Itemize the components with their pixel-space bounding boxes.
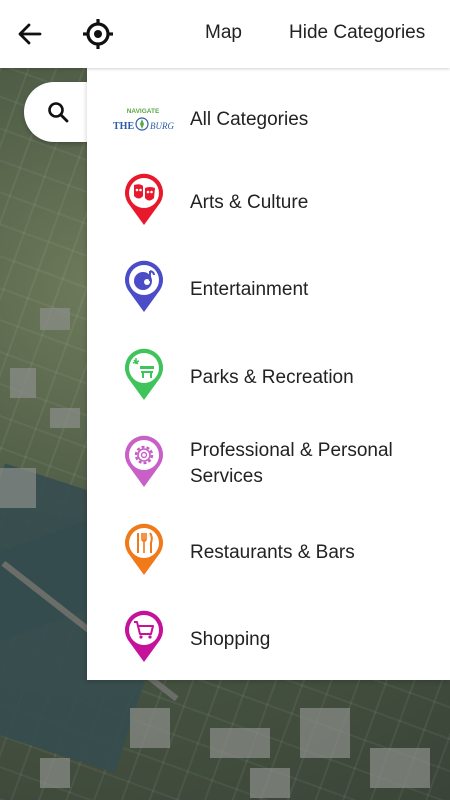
- svg-text:NAVIGATE: NAVIGATE: [127, 108, 160, 115]
- navigate-the-burg-logo: NAVIGATE THE BURG: [113, 108, 174, 132]
- categories-panel: NAVIGATE THE BURG All Categories Arts & …: [87, 68, 450, 680]
- top-app-bar: Map Hide Categories: [0, 0, 450, 68]
- building: [50, 408, 80, 428]
- back-arrow-icon: [18, 23, 42, 45]
- map-button[interactable]: Map: [205, 22, 242, 44]
- category-professional-services[interactable]: Professional & Personal Services: [87, 430, 450, 510]
- search-icon: [48, 102, 69, 123]
- category-label: Professional & Personal Services: [190, 440, 393, 487]
- building: [10, 368, 36, 398]
- category-label: Restaurants & Bars: [190, 542, 355, 563]
- category-label: Arts & Culture: [190, 192, 309, 213]
- utensils-icon: [125, 523, 163, 575]
- hide-categories-button[interactable]: Hide Categories: [289, 22, 425, 44]
- category-parks-recreation[interactable]: Parks & Recreation: [87, 343, 450, 423]
- shopping-cart-icon: [125, 610, 163, 662]
- crosshair-icon: [83, 19, 113, 49]
- theater-masks-icon: [125, 173, 163, 225]
- gear-icon: [125, 435, 163, 487]
- category-label: Parks & Recreation: [190, 367, 354, 388]
- building: [300, 708, 350, 758]
- category-entertainment[interactable]: Entertainment: [87, 255, 450, 335]
- building: [40, 758, 70, 788]
- category-label: Entertainment: [190, 279, 309, 300]
- category-shopping[interactable]: Shopping: [87, 605, 450, 685]
- building: [40, 308, 70, 330]
- back-button[interactable]: [12, 16, 48, 52]
- building: [0, 468, 36, 508]
- music-note-icon: [125, 260, 163, 312]
- building: [130, 708, 170, 748]
- building: [250, 768, 290, 798]
- category-arts-culture[interactable]: Arts & Culture: [87, 168, 450, 248]
- category-restaurants-bars[interactable]: Restaurants & Bars: [87, 518, 450, 598]
- category-label: Shopping: [190, 629, 271, 650]
- category-all[interactable]: NAVIGATE THE BURG All Categories: [87, 74, 450, 154]
- building: [370, 748, 430, 788]
- svg-text:BURG: BURG: [150, 121, 174, 131]
- my-location-button[interactable]: [80, 16, 116, 52]
- park-bench-icon: [125, 348, 163, 400]
- building: [210, 728, 270, 758]
- svg-text:THE: THE: [113, 121, 134, 132]
- category-label: All Categories: [190, 109, 309, 130]
